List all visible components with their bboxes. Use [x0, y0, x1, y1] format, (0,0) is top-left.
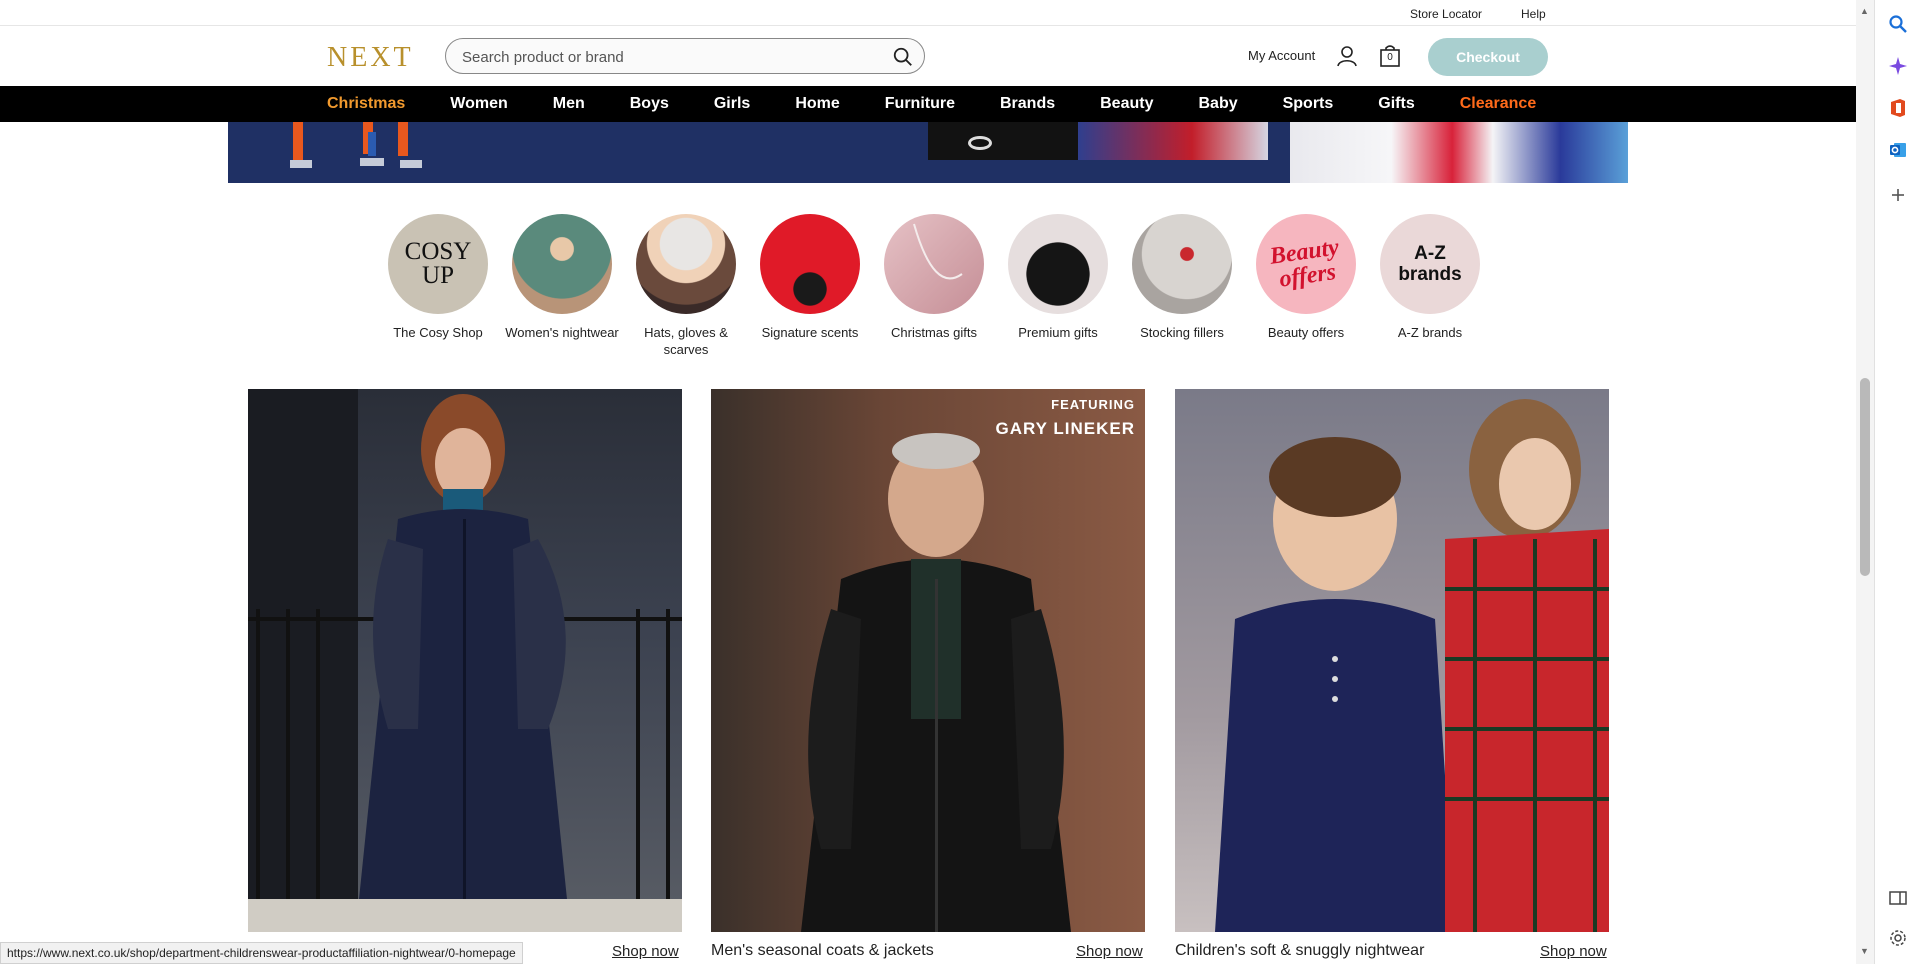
- bag-button[interactable]: 0: [1379, 44, 1401, 68]
- nav-christmas[interactable]: Christmas: [327, 95, 405, 113]
- scroll-thumb[interactable]: [1860, 378, 1870, 576]
- main-nav: Christmas Women Men Boys Girls Home Furn…: [0, 86, 1874, 122]
- signature-scents-photo: [760, 214, 860, 314]
- category-circles: COSY UP The Cosy Shop Women's nightwear …: [376, 214, 1492, 358]
- circle-label: Stocking fillers: [1140, 325, 1224, 340]
- my-account-link[interactable]: My Account: [1248, 48, 1315, 63]
- settings-gear-icon[interactable]: [1888, 928, 1908, 948]
- mens-coats-shop-now[interactable]: Shop now: [1076, 943, 1143, 960]
- tile-mens-coats[interactable]: FEATURING GARY LINEKER: [711, 389, 1145, 932]
- browser-status-url: https://www.next.co.uk/shop/department-c…: [0, 942, 523, 964]
- necklace-graphic: [913, 223, 963, 280]
- circle-az-brands[interactable]: A-Z brands A-Z brands: [1368, 214, 1492, 358]
- scroll-up-icon[interactable]: ▲: [1860, 6, 1869, 16]
- office-icon[interactable]: [1888, 98, 1908, 118]
- nav-brands[interactable]: Brands: [1000, 95, 1055, 113]
- circle-label: The Cosy Shop: [393, 325, 483, 340]
- account-icon[interactable]: [1335, 44, 1359, 68]
- childrens-nightwear-caption: Children's soft & snuggly nightwear: [1175, 942, 1425, 959]
- circle-womens-nightwear[interactable]: Women's nightwear: [500, 214, 624, 358]
- hats-gloves-photo: [636, 214, 736, 314]
- circle-label: Hats, gloves & scarves: [644, 325, 728, 357]
- childrens-nightwear-photo: [1215, 399, 1609, 932]
- add-icon[interactable]: [1888, 185, 1908, 205]
- cosy-up-graphic: COSY UP: [388, 214, 488, 314]
- circle-label: A-Z brands: [1397, 325, 1463, 340]
- hero-legs-illustration: [290, 122, 422, 168]
- az-brands-graphic: A-Z brands: [1380, 214, 1480, 314]
- stocking-fillers-photo: [1132, 214, 1232, 314]
- circle-christmas-gifts[interactable]: Christmas gifts: [872, 214, 996, 358]
- hero-photo-flag: [1290, 122, 1628, 183]
- womens-coats-shop-now[interactable]: Shop now: [612, 943, 679, 960]
- circle-premium-gifts[interactable]: Premium gifts: [996, 214, 1120, 358]
- circle-signature-scents[interactable]: Signature scents: [748, 214, 872, 358]
- sidebar-panel-icon[interactable]: [1888, 888, 1908, 908]
- nav-baby[interactable]: Baby: [1198, 95, 1237, 113]
- nav-men[interactable]: Men: [553, 95, 585, 113]
- nav-boys[interactable]: Boys: [630, 95, 669, 113]
- search-input[interactable]: [462, 47, 882, 67]
- womens-nightwear-photo: [512, 214, 612, 314]
- utility-bar: Store Locator Help: [0, 0, 1874, 26]
- checkout-button[interactable]: Checkout: [1428, 38, 1548, 76]
- hero-photo-football: [928, 122, 1268, 160]
- beauty-offers-graphic: Beauty offers: [1256, 214, 1356, 314]
- tile-womens-coats[interactable]: [248, 389, 682, 932]
- copilot-sparkle-icon[interactable]: [1888, 56, 1908, 76]
- circle-beauty-offers[interactable]: Beauty offers Beauty offers: [1244, 214, 1368, 358]
- tile-childrens-nightwear[interactable]: [1175, 389, 1609, 932]
- nav-sports[interactable]: Sports: [1283, 95, 1334, 113]
- circle-hats-gloves[interactable]: Hats, gloves & scarves: [624, 214, 748, 358]
- store-locator-link[interactable]: Store Locator: [1410, 7, 1482, 21]
- premium-gifts-photo: [1008, 214, 1108, 314]
- nav-beauty[interactable]: Beauty: [1100, 95, 1153, 113]
- mens-coat-photo: [801, 433, 1071, 932]
- circle-stocking-fillers[interactable]: Stocking fillers: [1120, 214, 1244, 358]
- cosy-up-art: COSY UP: [404, 238, 472, 289]
- mens-coats-caption: Men's seasonal coats & jackets: [711, 942, 934, 959]
- search-icon[interactable]: [1888, 14, 1908, 34]
- bag-count: 0: [1387, 52, 1393, 63]
- featuring-label: FEATURING: [1051, 397, 1135, 412]
- nav-clearance[interactable]: Clearance: [1460, 95, 1537, 113]
- search-box[interactable]: [445, 38, 925, 74]
- womens-coat-photo: [248, 389, 682, 932]
- page: Store Locator Help NEXT My Account 0 Che…: [0, 0, 1920, 964]
- nav-furniture[interactable]: Furniture: [885, 95, 955, 113]
- site-header: NEXT My Account 0 Checkout: [0, 26, 1874, 86]
- circle-label: Premium gifts: [1018, 325, 1098, 340]
- christmas-gifts-photo: [884, 214, 984, 314]
- nav-women[interactable]: Women: [450, 95, 507, 113]
- childrens-nightwear-shop-now[interactable]: Shop now: [1540, 943, 1607, 960]
- beauty-offers-art: Beauty offers: [1268, 234, 1341, 293]
- scroll-down-icon[interactable]: ▼: [1860, 946, 1869, 956]
- nav-home[interactable]: Home: [795, 95, 839, 113]
- nav-girls[interactable]: Girls: [714, 95, 750, 113]
- search-icon[interactable]: [892, 46, 914, 68]
- az-brands-art: A-Z brands: [1398, 243, 1462, 285]
- page-scrollbar[interactable]: ▲ ▼: [1856, 0, 1874, 964]
- outlook-icon[interactable]: [1888, 140, 1908, 160]
- circle-label: Beauty offers: [1267, 325, 1345, 340]
- browser-sidebar: [1874, 0, 1920, 964]
- nav-gifts[interactable]: Gifts: [1378, 95, 1414, 113]
- circle-label: Signature scents: [761, 325, 859, 340]
- hero-banner[interactable]: [228, 122, 1628, 183]
- help-link[interactable]: Help: [1521, 7, 1546, 21]
- next-logo[interactable]: NEXT: [327, 42, 414, 74]
- featuring-name: GARY LINEKER: [995, 419, 1135, 438]
- circle-label: Christmas gifts: [891, 325, 977, 340]
- circle-label: Women's nightwear: [505, 325, 619, 340]
- circle-cosy-shop[interactable]: COSY UP The Cosy Shop: [376, 214, 500, 358]
